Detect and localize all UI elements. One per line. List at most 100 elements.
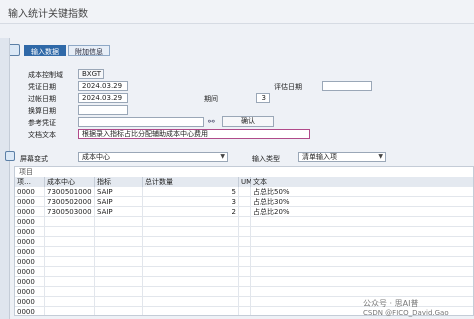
cell-cost-center[interactable]: 7300503000 xyxy=(45,207,95,217)
cell-text[interactable] xyxy=(251,217,473,227)
input-type-select[interactable]: 清单输入项 ▼ xyxy=(298,152,386,162)
cell-text[interactable] xyxy=(251,247,473,257)
confirm-button[interactable]: 确认 xyxy=(222,116,274,127)
table-row[interactable]: 0000 xyxy=(15,277,473,287)
cell-qty[interactable] xyxy=(143,247,239,257)
cell-skf[interactable] xyxy=(95,287,143,297)
cell-text[interactable]: 占总比50% xyxy=(251,187,473,197)
cell-item[interactable]: 0000 xyxy=(15,227,45,237)
table-row[interactable]: 0000 xyxy=(15,287,473,297)
cell-text[interactable]: 占总比30% xyxy=(251,197,473,207)
table-row[interactable]: 0000 xyxy=(15,267,473,277)
cell-skf[interactable] xyxy=(95,247,143,257)
cell-cost-center[interactable] xyxy=(45,287,95,297)
screen-variant-select[interactable]: 成本中心 ▼ xyxy=(78,152,228,162)
cell-item[interactable]: 0000 xyxy=(15,207,45,217)
cell-skf[interactable] xyxy=(95,217,143,227)
cell-um[interactable] xyxy=(239,187,251,197)
header-text[interactable]: 文本 xyxy=(251,177,473,187)
doc-text-field[interactable]: 根据录入指标占比分配辅助成本中心费用 xyxy=(78,129,310,139)
cell-qty[interactable]: 5 xyxy=(143,187,239,197)
cell-cost-center[interactable] xyxy=(45,257,95,267)
cell-skf[interactable] xyxy=(95,277,143,287)
header-item[interactable]: 项… xyxy=(15,177,45,187)
cell-item[interactable]: 0000 xyxy=(15,247,45,257)
cell-skf[interactable] xyxy=(95,257,143,267)
cell-skf[interactable]: SAIP xyxy=(95,197,143,207)
cell-qty[interactable] xyxy=(143,297,239,307)
table-row[interactable]: 0000 xyxy=(15,227,473,237)
cell-text[interactable] xyxy=(251,227,473,237)
cell-text[interactable] xyxy=(251,267,473,277)
cell-text[interactable] xyxy=(251,257,473,267)
cell-qty[interactable] xyxy=(143,307,239,315)
cell-item[interactable]: 0000 xyxy=(15,197,45,207)
cell-item[interactable]: 0000 xyxy=(15,267,45,277)
cell-um[interactable] xyxy=(239,287,251,297)
table-row[interactable]: 0000 xyxy=(15,257,473,267)
cell-um[interactable] xyxy=(239,277,251,287)
cell-item[interactable]: 0000 xyxy=(15,307,45,315)
cell-qty[interactable] xyxy=(143,257,239,267)
cell-text[interactable] xyxy=(251,237,473,247)
header-skf[interactable]: 指标 xyxy=(95,177,143,187)
cell-item[interactable]: 0000 xyxy=(15,287,45,297)
cell-item[interactable]: 0000 xyxy=(15,257,45,267)
cell-qty[interactable] xyxy=(143,227,239,237)
period-field[interactable]: 3 xyxy=(256,93,270,103)
cell-cost-center[interactable] xyxy=(45,267,95,277)
value-date-field[interactable] xyxy=(322,81,372,91)
document-date-field[interactable]: 2024.03.29 xyxy=(78,81,128,91)
cell-skf[interactable] xyxy=(95,227,143,237)
cell-um[interactable] xyxy=(239,297,251,307)
table-row[interactable]: 0000 7300501000 SAIP 5 占总比50% xyxy=(15,187,473,197)
cell-cost-center[interactable] xyxy=(45,297,95,307)
cell-cost-center[interactable] xyxy=(45,227,95,237)
table-row[interactable]: 0000 xyxy=(15,247,473,257)
cell-text[interactable] xyxy=(251,287,473,297)
table-row[interactable]: 0000 7300502000 SAIP 3 占总比30% xyxy=(15,197,473,207)
cell-cost-center[interactable]: 7300502000 xyxy=(45,197,95,207)
cell-um[interactable] xyxy=(239,197,251,207)
cell-um[interactable] xyxy=(239,227,251,237)
cell-item[interactable]: 0000 xyxy=(15,217,45,227)
table-row[interactable]: 0000 xyxy=(15,217,473,227)
change-date-field[interactable] xyxy=(78,105,128,115)
cell-skf[interactable] xyxy=(95,267,143,277)
table-row[interactable]: 0000 7300503000 SAIP 2 占总比20% xyxy=(15,207,473,217)
cell-qty[interactable] xyxy=(143,237,239,247)
table-row[interactable]: 0000 xyxy=(15,237,473,247)
cell-cost-center[interactable] xyxy=(45,247,95,257)
cell-qty[interactable] xyxy=(143,217,239,227)
cell-skf[interactable] xyxy=(95,297,143,307)
cell-qty[interactable] xyxy=(143,287,239,297)
cell-um[interactable] xyxy=(239,217,251,227)
cell-item[interactable]: 0000 xyxy=(15,277,45,287)
cell-um[interactable] xyxy=(239,257,251,267)
cell-um[interactable] xyxy=(239,237,251,247)
reference-field[interactable] xyxy=(78,117,204,127)
cell-cost-center[interactable] xyxy=(45,237,95,247)
cell-qty[interactable] xyxy=(143,267,239,277)
cell-skf[interactable] xyxy=(95,237,143,247)
cell-qty[interactable]: 2 xyxy=(143,207,239,217)
cell-cost-center[interactable]: 7300501000 xyxy=(45,187,95,197)
layout-icon[interactable] xyxy=(5,151,15,161)
cell-skf[interactable]: SAIP xyxy=(95,187,143,197)
glasses-icon[interactable]: ⚯ xyxy=(208,117,220,127)
cell-cost-center[interactable] xyxy=(45,277,95,287)
cell-item[interactable]: 0000 xyxy=(15,297,45,307)
header-cost-center[interactable]: 成本中心 xyxy=(45,177,95,187)
cell-um[interactable] xyxy=(239,267,251,277)
cell-um[interactable] xyxy=(239,247,251,257)
cell-qty[interactable]: 3 xyxy=(143,197,239,207)
tab-additional-info[interactable]: 附加信息 xyxy=(68,45,110,56)
cell-skf[interactable] xyxy=(95,307,143,315)
cell-item[interactable]: 0000 xyxy=(15,187,45,197)
cell-qty[interactable] xyxy=(143,277,239,287)
cell-um[interactable] xyxy=(239,207,251,217)
header-um[interactable]: UM xyxy=(239,177,252,187)
posting-date-field[interactable]: 2024.03.29 xyxy=(78,93,128,103)
cell-cost-center[interactable] xyxy=(45,217,95,227)
tab-input-data[interactable]: 输入数据 xyxy=(24,45,66,56)
